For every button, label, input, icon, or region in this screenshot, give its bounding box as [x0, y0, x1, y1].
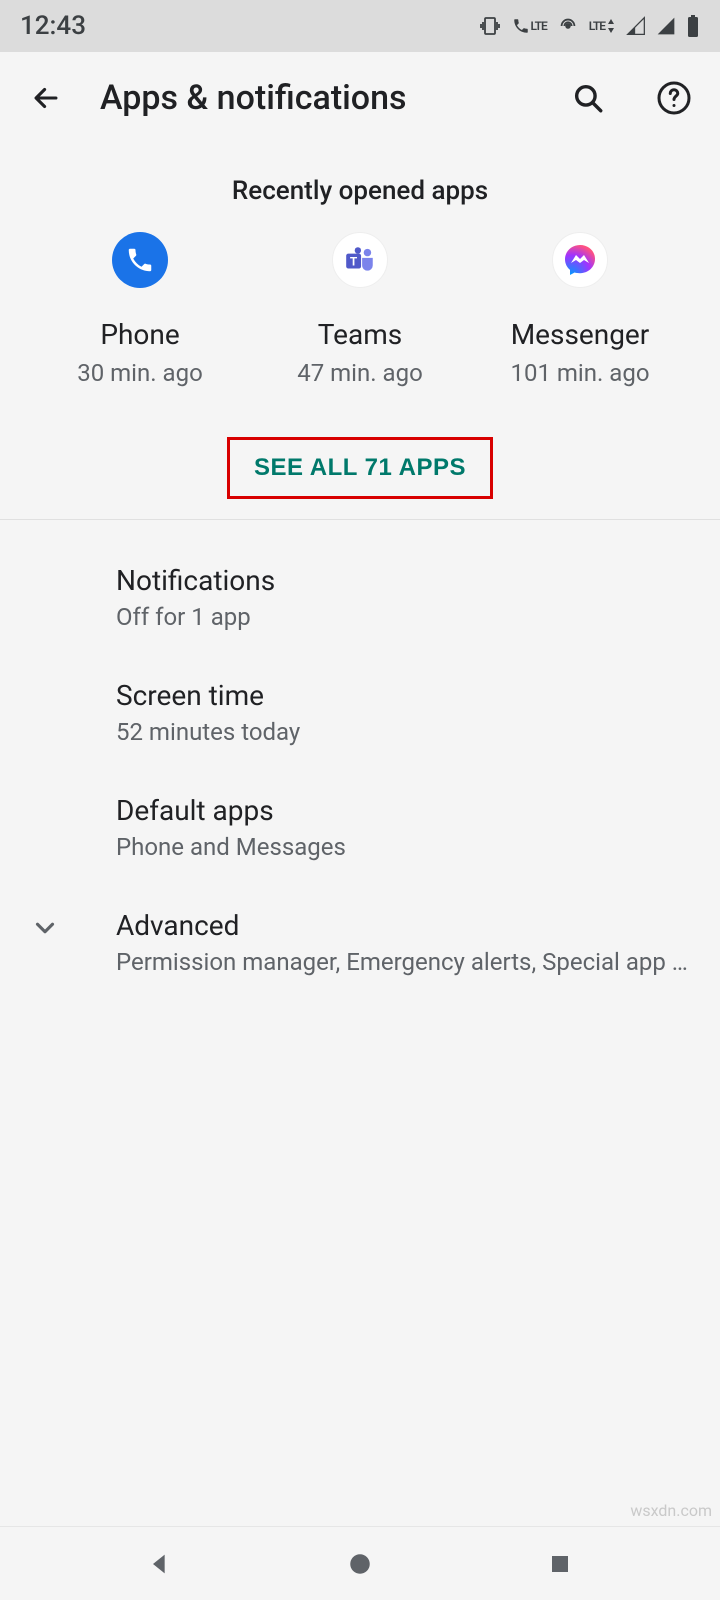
messenger-app-icon [552, 232, 608, 288]
setting-advanced[interactable]: Advanced Permission manager, Emergency a… [0, 885, 720, 1000]
setting-notifications[interactable]: Notifications Off for 1 app [0, 540, 720, 655]
help-button[interactable] [652, 76, 696, 120]
setting-sub: 52 minutes today [116, 718, 696, 746]
phone-app-icon [112, 232, 168, 288]
settings-list: Notifications Off for 1 app Screen time … [0, 520, 720, 1000]
setting-title: Advanced [116, 909, 696, 942]
watermark: wsxdn.com [630, 1501, 712, 1520]
battery-icon [686, 15, 700, 37]
status-bar: 12:43 LTE LTE [0, 0, 720, 52]
app-name-label: Phone [100, 318, 179, 351]
svg-text:T: T [350, 255, 357, 268]
app-name-label: Messenger [511, 318, 650, 351]
status-icons: LTE LTE [478, 14, 700, 38]
signal-2-icon [656, 16, 676, 36]
app-name-label: Teams [318, 318, 402, 351]
setting-sub: Phone and Messages [116, 833, 696, 861]
recent-app-messenger[interactable]: Messenger 101 min. ago [480, 232, 680, 387]
recent-header: Recently opened apps [0, 144, 720, 232]
recent-app-teams[interactable]: T Teams 47 min. ago [260, 232, 460, 387]
recent-section: Recently opened apps Phone 30 min. ago T [0, 144, 720, 520]
wifi-calling-icon: LTE [512, 17, 547, 35]
setting-sub: Off for 1 app [116, 603, 696, 631]
setting-title: Notifications [116, 564, 696, 597]
setting-screen-time[interactable]: Screen time 52 minutes today [0, 655, 720, 770]
vibrate-icon [478, 14, 502, 38]
setting-default-apps[interactable]: Default apps Phone and Messages [0, 770, 720, 885]
nav-recent-button[interactable] [530, 1534, 590, 1594]
chevron-down-icon [30, 913, 60, 947]
app-time-label: 101 min. ago [510, 359, 649, 387]
setting-title: Default apps [116, 794, 696, 827]
search-button[interactable] [566, 76, 610, 120]
app-time-label: 30 min. ago [77, 359, 203, 387]
navigation-bar [0, 1526, 720, 1600]
status-time: 12:43 [20, 11, 86, 41]
hotspot-icon [557, 15, 579, 37]
app-time-label: 47 min. ago [297, 359, 423, 387]
back-button[interactable] [24, 76, 68, 120]
page-title: Apps & notifications [100, 78, 534, 118]
setting-title: Screen time [116, 679, 696, 712]
signal-1-icon [626, 16, 646, 36]
see-all-apps-button[interactable]: SEE ALL 71 APPS [227, 437, 493, 499]
recent-app-row: Phone 30 min. ago T Teams 47 min. ago [0, 232, 720, 417]
see-all-wrap: SEE ALL 71 APPS [0, 417, 720, 520]
teams-app-icon: T [332, 232, 388, 288]
nav-home-button[interactable] [330, 1534, 390, 1594]
lte-icon: LTE [589, 19, 616, 33]
nav-back-button[interactable] [130, 1534, 190, 1594]
app-bar: Apps & notifications [0, 52, 720, 144]
setting-sub: Permission manager, Emergency alerts, Sp… [116, 948, 696, 976]
settings-screen: 12:43 LTE LTE [0, 0, 720, 1600]
recent-app-phone[interactable]: Phone 30 min. ago [40, 232, 240, 387]
